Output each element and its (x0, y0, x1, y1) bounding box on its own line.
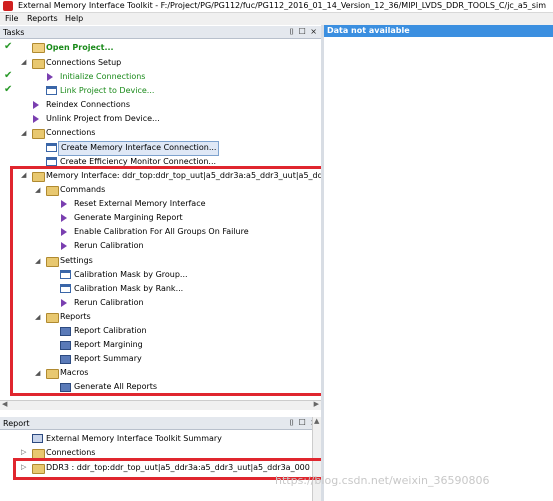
report-title: Report (3, 419, 30, 428)
open-project-icon (32, 43, 45, 53)
collapse-arrow-icon[interactable]: ◢ (21, 129, 26, 137)
task-open-project[interactable]: Open Project... (46, 41, 114, 54)
menu-reports[interactable]: Reports (27, 14, 58, 23)
tasks-title: Tasks (3, 28, 25, 37)
menu-bar: File Reports Help (0, 13, 553, 25)
task-connections[interactable]: Connections (46, 126, 95, 139)
task-reindex-connections[interactable]: Reindex Connections (46, 98, 130, 111)
run-task-icon (47, 73, 53, 81)
window-icon (46, 157, 57, 166)
checkmark-icon: ✔ (4, 41, 13, 52)
expand-arrow-icon[interactable]: ▷ (21, 448, 26, 456)
menu-file[interactable]: File (5, 14, 18, 23)
collapse-arrow-icon[interactable]: ◢ (21, 58, 26, 66)
tasks-horizontal-scrollbar[interactable]: ◀ ▶ (0, 400, 321, 410)
folder-icon (32, 129, 45, 139)
folder-icon (32, 59, 45, 69)
app-icon (3, 1, 13, 11)
run-task-icon (33, 115, 39, 123)
highlight-box-memory-interface (10, 166, 355, 396)
tasks-panel-header: Tasks ⌷ ☐ × (0, 26, 321, 39)
title-bar: External Memory Interface Toolkit - F:/P… (0, 0, 553, 13)
run-task-icon (33, 101, 39, 109)
checkmark-icon: ✔ (4, 70, 13, 81)
menu-help[interactable]: Help (65, 14, 83, 23)
task-connections-setup[interactable]: Connections Setup (46, 56, 121, 69)
window-icon (46, 86, 57, 95)
summary-icon (32, 434, 43, 443)
data-panel: Data not available (324, 25, 553, 501)
watermark-text: https://blog.csdn.net/weixin_36590806 (275, 474, 490, 487)
checkmark-icon: ✔ (4, 84, 13, 95)
window-title: External Memory Interface Toolkit - F:/P… (18, 1, 546, 10)
task-unlink-project[interactable]: Unlink Project from Device... (46, 112, 160, 125)
window-icon (46, 143, 57, 152)
report-emi-summary[interactable]: External Memory Interface Toolkit Summar… (46, 432, 222, 445)
task-create-memory-interface-connection[interactable]: Create Memory Interface Connection... (58, 141, 220, 156)
data-panel-header: Data not available (324, 25, 553, 37)
tasks-panel-buttons[interactable]: ⌷ ☐ × (289, 27, 318, 37)
task-initialize-connections[interactable]: Initialize Connections (60, 70, 145, 83)
report-panel-header: Report ⌷ ☐ × (0, 417, 321, 430)
task-link-project[interactable]: Link Project to Device... (60, 84, 154, 97)
